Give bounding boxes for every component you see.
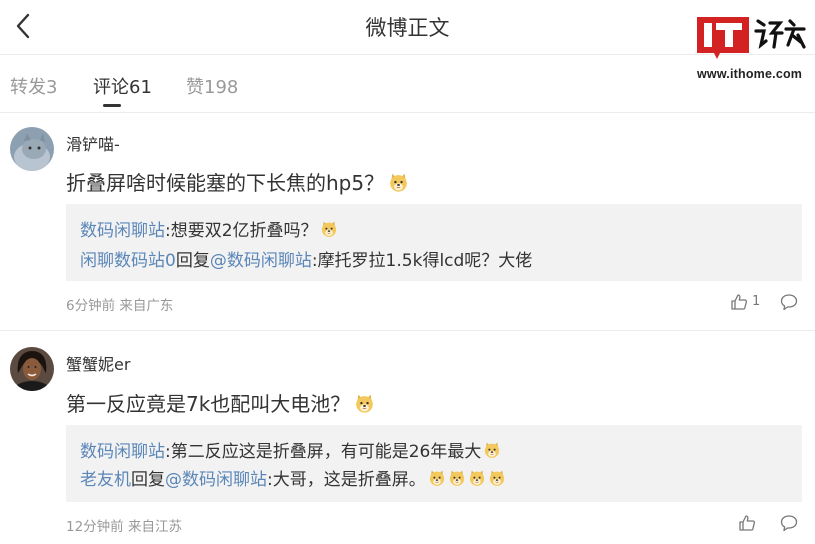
comment-bubble-icon (780, 294, 798, 311)
avatar[interactable] (10, 127, 54, 171)
reply-box[interactable]: 数码闲聊站:第二反应这是折叠屏，有可能是26年最大 老友机回复@数码闲聊站:大哥… (66, 425, 802, 502)
mention-link[interactable]: @数码闲聊站 (210, 251, 312, 271)
top-bar: 微博正文 (0, 0, 815, 55)
doge-emoji-icon (483, 441, 501, 459)
reply-box[interactable]: 数码闲聊站:想要双2亿折叠吗？ 闲聊数码站0回复@数码闲聊站:摩托罗拉1.5k得… (66, 204, 802, 281)
thumbs-up-icon (739, 515, 756, 531)
doge-emoji-icon (388, 172, 409, 193)
username[interactable]: 滑铲喵- (66, 131, 120, 155)
reply-author[interactable]: 老友机 (80, 470, 131, 490)
tab-reposts[interactable]: 转发3 (10, 73, 57, 99)
like-button[interactable] (738, 514, 772, 534)
like-count: 1 (752, 294, 761, 309)
doge-emoji-icon (354, 393, 375, 414)
comment-meta: 12分钟前 来自江苏 (66, 519, 182, 535)
like-button[interactable]: 1 (730, 293, 764, 313)
mention-link[interactable]: @数码闲聊站 (165, 470, 267, 490)
reply-author[interactable]: 数码闲聊站 (80, 442, 165, 462)
avatar[interactable] (10, 347, 54, 391)
reply-author[interactable]: 闲聊数码站0 (80, 251, 176, 271)
reply-button[interactable] (780, 514, 798, 532)
reply-line: 数码闲聊站:第二反应这是折叠屏，有可能是26年最大 (80, 437, 501, 462)
tab-likes[interactable]: 赞198 (186, 73, 238, 99)
comment-meta: 6分钟前 来自广东 (66, 298, 174, 314)
reply-button[interactable] (780, 293, 798, 311)
comment-text: 折叠屏啥时候能塞的下长焦的hp5？ (66, 167, 409, 196)
comment-bubble-icon (780, 515, 798, 532)
comment-text: 第一反应竟是7k也配叫大电池？ (66, 388, 375, 417)
page-title: 微博正文 (365, 16, 450, 40)
doge-emoji-icon (320, 220, 338, 238)
username[interactable]: 蟹蟹妮er (66, 351, 130, 375)
doge-emoji-icon (468, 469, 486, 487)
doge-emoji-icon (488, 469, 506, 487)
active-tab-indicator (103, 104, 121, 107)
reply-line: 闲聊数码站0回复@数码闲聊站:摩托罗拉1.5k得lcd呢？大佬 (80, 251, 533, 271)
reply-line: 老友机回复@数码闲聊站:大哥，这是折叠屏。 (80, 465, 506, 490)
tab-comments[interactable]: 评论61 (93, 73, 152, 99)
doge-emoji-icon (428, 469, 446, 487)
comment-item: 滑铲喵- 折叠屏啥时候能塞的下长焦的hp5？ 数码闲聊站:想要双2亿折叠吗？ 闲… (0, 113, 815, 331)
comment-item: 蟹蟹妮er 第一反应竟是7k也配叫大电池？ 数码闲聊站:第二反应这是折叠屏，有可… (0, 331, 815, 544)
thumbs-up-icon (731, 294, 748, 310)
doge-emoji-icon (448, 469, 466, 487)
tab-bar: 转发3 评论61 赞198 (0, 54, 815, 113)
reply-line: 数码闲聊站:想要双2亿折叠吗？ (80, 216, 338, 241)
reply-author[interactable]: 数码闲聊站 (80, 221, 165, 241)
